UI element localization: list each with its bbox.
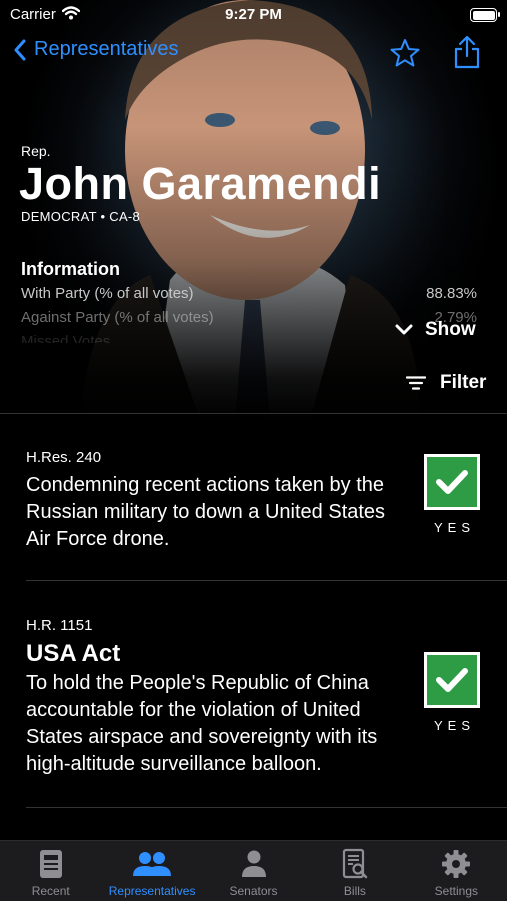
settings-icon — [442, 850, 471, 878]
bills-icon — [342, 848, 368, 879]
status-bar: Carrier 9:27 PM — [0, 0, 507, 30]
favorite-button[interactable] — [390, 38, 420, 73]
vote-label: YES — [433, 718, 475, 733]
bill-title: USA Act — [26, 640, 121, 667]
info-value: 88.83% — [426, 285, 477, 302]
party-district: DEMOCRAT • CA-8 — [21, 209, 141, 224]
bill-number: H.R. 1151 — [26, 617, 93, 634]
tab-representatives[interactable]: Representatives — [101, 841, 202, 901]
tab-label: Bills — [343, 884, 366, 898]
info-label: With Party (% of all votes) — [21, 285, 194, 302]
tab-label: Recent — [31, 884, 70, 898]
chevron-down-icon — [395, 324, 413, 335]
representatives-icon — [133, 852, 172, 876]
tab-label: Settings — [434, 884, 478, 898]
filter-label: Filter — [440, 372, 487, 393]
tab-recent[interactable]: Recent — [0, 841, 101, 901]
share-button[interactable] — [452, 34, 482, 75]
checkmark-icon — [436, 470, 468, 494]
bill-item[interactable]: H.R. 1151 USA Act To hold the People's R… — [26, 617, 410, 778]
vote-yes-badge — [424, 454, 480, 510]
senators-icon — [241, 850, 266, 877]
navigation-bar: Representatives — [0, 34, 507, 74]
vote-label: YES — [433, 520, 475, 535]
checkmark-icon — [436, 668, 468, 692]
bill-number: H.Res. 240 — [26, 449, 102, 466]
recent-icon — [39, 850, 62, 878]
back-label: Representatives — [34, 38, 179, 60]
bill-description: To hold the People's Republic of China a… — [26, 672, 378, 775]
back-button[interactable]: Representatives — [14, 38, 179, 61]
info-label: Against Party (% of all votes) — [21, 309, 214, 326]
show-label: Show — [425, 319, 476, 340]
vote-indicator: YES — [421, 652, 483, 733]
vote-indicator: YES — [421, 454, 483, 535]
star-icon — [390, 39, 420, 67]
show-more-button[interactable]: Show — [395, 319, 476, 341]
bill-item[interactable]: H.Res. 240 Condemning recent actions tak… — [26, 449, 410, 553]
tab-settings[interactable]: Settings — [406, 841, 507, 901]
clock: 9:27 PM — [225, 6, 282, 23]
vote-yes-badge — [424, 652, 480, 708]
section-divider — [0, 413, 507, 414]
information-heading: Information — [21, 259, 120, 279]
filter-button[interactable]: Filter — [406, 372, 486, 394]
info-row: With Party (% of all votes) 88.83% — [21, 285, 477, 302]
chevron-left-icon — [14, 39, 26, 60]
battery-icon — [470, 8, 500, 22]
share-icon — [454, 35, 480, 69]
tab-bills[interactable]: Bills — [304, 841, 405, 901]
row-divider — [26, 807, 507, 808]
representative-name: John Garamendi — [19, 158, 382, 209]
row-divider — [26, 580, 507, 581]
tab-label: Representatives — [108, 884, 196, 898]
title-prefix: Rep. — [21, 143, 51, 159]
info-label: Missed Votes — [21, 333, 111, 343]
tab-bar: Recent Representatives Senators Bills Se… — [0, 840, 507, 901]
bill-description: Condemning recent actions taken by the R… — [26, 474, 386, 550]
tab-label: Senators — [229, 884, 278, 898]
filter-icon — [406, 376, 426, 390]
tab-senators[interactable]: Senators — [203, 841, 304, 901]
